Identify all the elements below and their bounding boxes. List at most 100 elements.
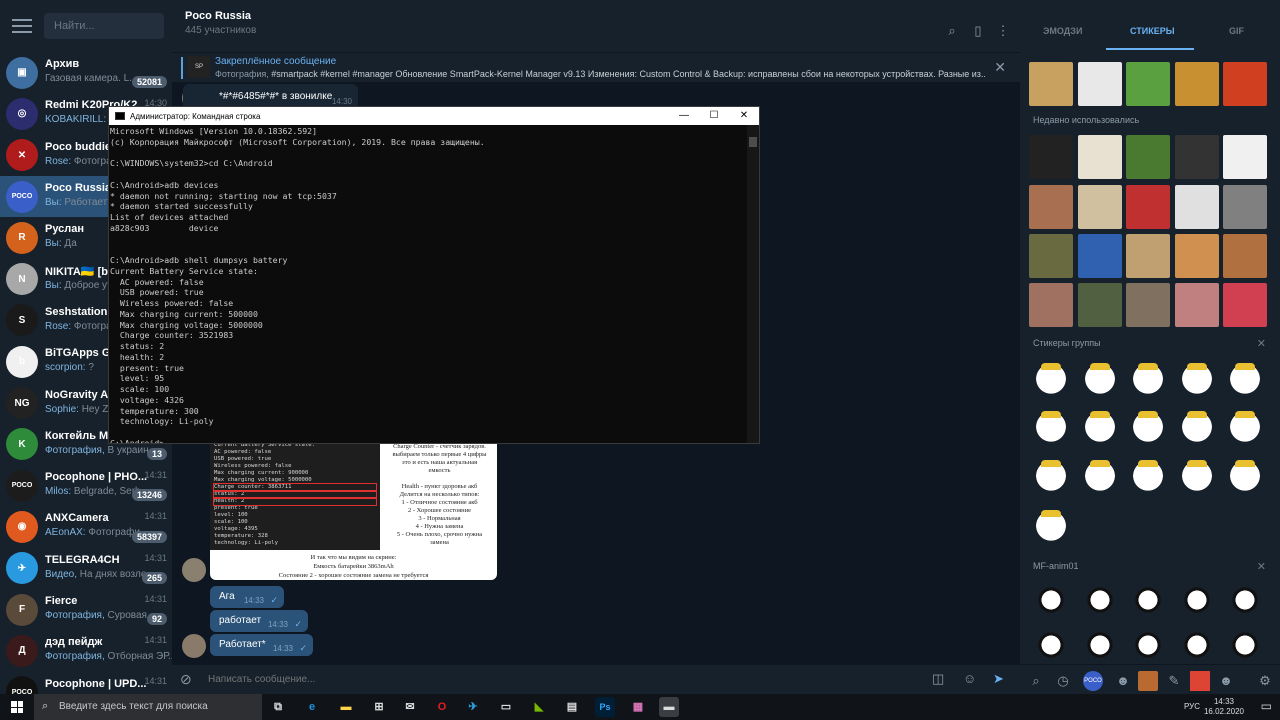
sticker[interactable] [1126,456,1170,500]
sticker[interactable] [1029,283,1073,327]
opera-icon[interactable]: O [432,697,452,717]
sticker[interactable] [1078,407,1122,451]
chat-list-item[interactable]: F Fierce Фотография, Суровая ... 14:31 92 [0,589,172,630]
sticker[interactable] [1175,283,1219,327]
sticker[interactable] [1175,627,1219,667]
chat-list-item[interactable]: POCO Pocophone | UPD... 14:31 [0,671,172,694]
language-indicator[interactable]: РУС [1184,702,1200,711]
search-icon[interactable]: ⌕ [945,24,959,38]
pack-thumb-icon[interactable]: ✎ [1164,671,1184,691]
sticker[interactable] [1126,135,1170,179]
sticker[interactable] [1078,62,1122,106]
sticker[interactable] [1126,582,1170,622]
archive-icon[interactable]: ▤ [562,697,582,717]
outgoing-message[interactable]: Работает* 14:33 ✓ [210,634,313,656]
sticker[interactable] [1126,185,1170,229]
chat-list-item[interactable]: Ддэд пейдж Фотография, Отборная ЭР... 14:3… [0,630,172,671]
sticker[interactable] [1175,456,1219,500]
cmd-window[interactable]: Администратор: Командная строка — ☐ ✕ Mi… [108,106,760,444]
sticker[interactable] [1029,627,1073,667]
send-icon[interactable]: ➤ [993,671,1004,687]
sticker[interactable] [1029,135,1073,179]
chat-list-item[interactable]: ✈ TELEGRA4CH Видео, На днях возле ... 14:31… [0,548,172,589]
avatar[interactable] [182,634,206,658]
outgoing-message[interactable]: Ага 14:33 ✓ [210,586,284,608]
sticker[interactable] [1029,506,1073,550]
notification-icon[interactable]: ▭ [1261,699,1272,713]
chat-list-item[interactable]: ▣ Архив Газовая камера. L... 52081 [0,52,172,93]
tab-gif[interactable]: GIF [1229,26,1244,36]
close-icon[interactable]: ✕ [1257,560,1266,573]
chat-list-item[interactable]: ◉ ANXCamera AEonAX: Фотографи... 14:31 58397 [0,506,172,547]
search-icon[interactable]: ⌕ [1026,671,1046,691]
minimize-icon[interactable]: — [669,107,699,125]
sticker[interactable] [1078,234,1122,278]
chat-list-item[interactable]: POCO Pocophone | PHO... Milos: Belgrade, S… [0,465,172,506]
sticker[interactable] [1175,135,1219,179]
sticker[interactable] [1126,234,1170,278]
recent-clock-icon[interactable]: ◷ [1053,671,1073,691]
pack-thumb-icon[interactable]: ☻ [1216,671,1236,691]
outgoing-message[interactable]: работает 14:33 ✓ [210,610,308,632]
sticker[interactable] [1175,359,1219,403]
avatar[interactable] [182,558,206,582]
tab-stickers[interactable]: СТИКЕРЫ [1130,26,1175,36]
sticker[interactable] [1078,456,1122,500]
emoji-icon[interactable]: ☺ [963,671,976,686]
sticker[interactable] [1029,407,1073,451]
sticker[interactable] [1126,359,1170,403]
clock[interactable]: 14:33 16.02.2020 [1204,697,1244,717]
sticker[interactable] [1078,582,1122,622]
scroll-thumb[interactable] [749,137,757,147]
sticker[interactable] [1029,185,1073,229]
more-menu-icon[interactable]: ⋮ [996,24,1010,38]
sticker[interactable] [1223,283,1267,327]
pack-thumb-icon[interactable]: POCO [1083,671,1103,691]
sticker[interactable] [1126,627,1170,667]
file-explorer-icon[interactable]: ▬ [336,697,356,717]
close-icon[interactable]: ✕ [1257,337,1266,350]
sticker[interactable] [1175,62,1219,106]
pack-thumb-icon[interactable] [1190,671,1210,691]
sticker[interactable] [1223,627,1267,667]
sticker[interactable] [1126,283,1170,327]
cmd-scrollbar[interactable] [747,125,759,443]
gear-icon[interactable]: ⚙ [1255,671,1275,691]
sticker[interactable] [1223,135,1267,179]
sticker[interactable] [1029,582,1073,622]
sticker[interactable] [1223,456,1267,500]
sticker[interactable] [1078,185,1122,229]
edge-icon[interactable]: e [302,697,322,717]
hamburger-menu-icon[interactable] [12,19,32,33]
sticker[interactable] [1029,456,1073,500]
store-icon[interactable]: ⊞ [369,697,389,717]
start-button[interactable] [0,694,34,720]
sticker[interactable] [1078,627,1122,667]
sticker[interactable] [1223,582,1267,622]
sticker[interactable] [1078,135,1122,179]
sticker[interactable] [1078,283,1122,327]
pinned-message-bar[interactable]: SP Закреплённое сообщение Фотография, #s… [172,52,1020,82]
sticker[interactable] [1223,407,1267,451]
cmd-titlebar[interactable]: Администратор: Командная строка — ☐ ✕ [109,107,759,125]
message-input[interactable] [208,674,808,685]
sticker[interactable] [1223,359,1267,403]
sticker[interactable] [1126,407,1170,451]
sticker[interactable] [1029,62,1073,106]
image-message[interactable]: Current Battery Service state: AC powered… [210,440,497,580]
pack-thumb-icon[interactable] [1138,671,1158,691]
sticker[interactable] [1175,407,1219,451]
chat-header[interactable]: Poco Russia 445 участников ⌕ ▯ ⋮ [172,0,1020,52]
close-icon[interactable]: ✕ [729,107,759,125]
telegram-icon[interactable]: ✈ [463,697,483,717]
sticker[interactable] [1078,359,1122,403]
pack-thumb-icon[interactable]: ☻ [1113,671,1133,691]
sticker[interactable] [1223,234,1267,278]
task-view-icon[interactable]: ⧉ [268,697,288,717]
search-input[interactable]: Найти... [44,13,164,39]
maximize-icon[interactable]: ☐ [699,107,729,125]
cmd-output[interactable]: Microsoft Windows [Version 10.0.18362.59… [109,125,747,443]
sticker[interactable] [1029,359,1073,403]
tab-emoji[interactable]: ЭМОДЗИ [1043,26,1082,36]
sticker[interactable] [1175,185,1219,229]
